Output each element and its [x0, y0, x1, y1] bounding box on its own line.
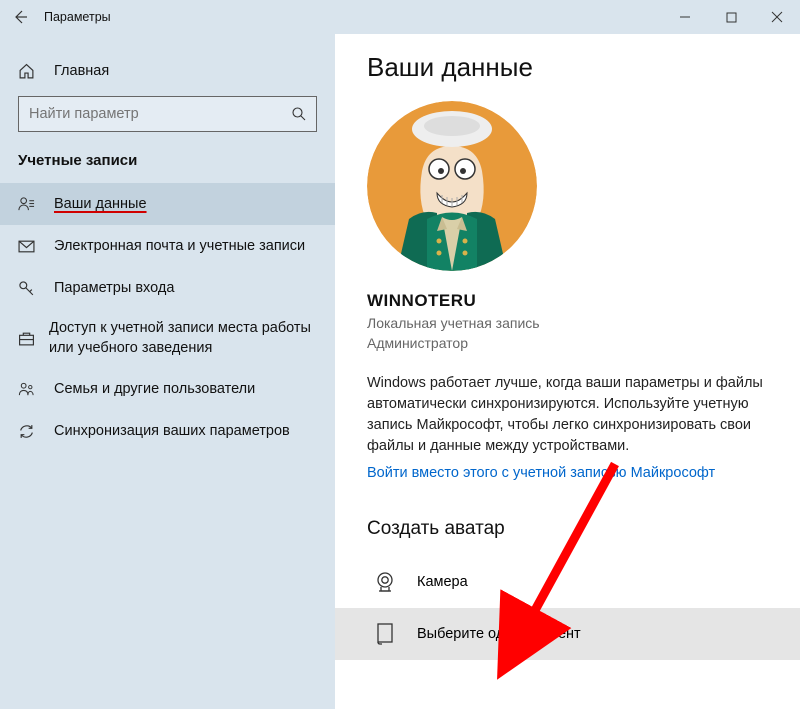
sidebar-item-your-info[interactable]: Ваши данные: [0, 183, 335, 225]
home-button[interactable]: Главная: [0, 50, 335, 92]
browse-option-label: Выберите один элемент: [417, 626, 581, 642]
briefcase-icon: [18, 330, 35, 347]
person-icon: [18, 196, 40, 213]
back-button[interactable]: [0, 0, 40, 34]
window-title: Параметры: [40, 10, 111, 24]
main-split: Главная Учетные записи Ваши данные Элект…: [0, 34, 800, 709]
close-button[interactable]: [754, 0, 800, 34]
maximize-button[interactable]: [708, 0, 754, 34]
arrow-left-icon: [12, 9, 28, 25]
minimize-icon: [679, 11, 691, 23]
browse-icon: [371, 622, 399, 646]
search-box[interactable]: [18, 96, 317, 132]
home-icon: [18, 63, 40, 80]
sidebar-item-sync[interactable]: Синхронизация ваших параметров: [0, 410, 335, 452]
account-type: Локальная учетная запись: [367, 315, 780, 331]
create-avatar-heading: Создать аватар: [367, 518, 780, 540]
signin-microsoft-link[interactable]: Войти вместо этого с учетной записью Май…: [367, 465, 715, 481]
sidebar-item-label: Доступ к учетной записи места работы или…: [49, 319, 335, 358]
home-label: Главная: [54, 63, 109, 79]
sidebar-item-signin-options[interactable]: Параметры входа: [0, 267, 335, 309]
sidebar-item-work-school[interactable]: Доступ к учетной записи места работы или…: [0, 309, 335, 368]
search-input[interactable]: [19, 100, 282, 128]
sidebar-item-email-accounts[interactable]: Электронная почта и учетные записи: [0, 225, 335, 267]
mail-icon: [18, 238, 40, 255]
sidebar-nav: Ваши данные Электронная почта и учетные …: [0, 183, 335, 452]
sidebar-item-label: Параметры входа: [54, 280, 174, 296]
window-titlebar: Параметры: [0, 0, 800, 34]
maximize-icon: [726, 12, 737, 23]
sidebar-item-label: Ваши данные: [54, 196, 147, 212]
sidebar-section-label: Учетные записи: [0, 146, 335, 183]
info-paragraph: Windows работает лучше, когда ваши парам…: [367, 373, 777, 457]
avatar: [367, 101, 537, 271]
search-icon: [282, 106, 316, 122]
minimize-button[interactable]: [662, 0, 708, 34]
camera-option[interactable]: Камера: [367, 556, 780, 608]
content-area: Ваши данные: [335, 34, 800, 709]
sidebar: Главная Учетные записи Ваши данные Элект…: [0, 34, 335, 709]
sidebar-item-label: Синхронизация ваших параметров: [54, 423, 290, 439]
username: WINNOTERU: [367, 291, 780, 311]
close-icon: [771, 11, 783, 23]
people-icon: [18, 381, 40, 398]
browse-option[interactable]: Выберите один элемент: [335, 608, 800, 660]
camera-icon: [371, 570, 399, 594]
sidebar-item-label: Семья и другие пользователи: [54, 381, 255, 397]
sidebar-item-label: Электронная почта и учетные записи: [54, 238, 305, 254]
account-role: Администратор: [367, 335, 780, 351]
camera-option-label: Камера: [417, 574, 468, 590]
avatar-image: [367, 101, 537, 271]
key-icon: [18, 280, 40, 297]
sync-icon: [18, 423, 40, 440]
sidebar-item-family[interactable]: Семья и другие пользователи: [0, 368, 335, 410]
window-controls: [662, 0, 800, 34]
page-title: Ваши данные: [367, 52, 780, 83]
